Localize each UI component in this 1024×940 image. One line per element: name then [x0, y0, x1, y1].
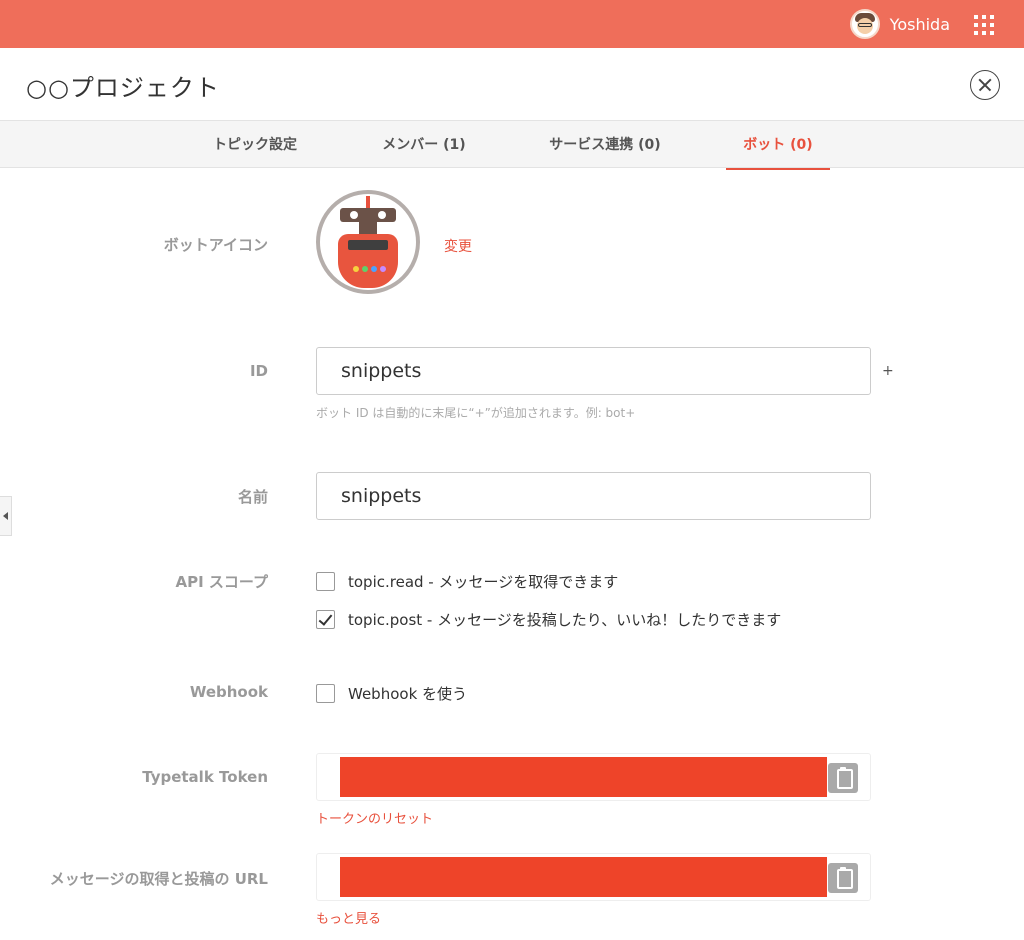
token-field[interactable]	[316, 753, 871, 801]
topic-read-label: topic.read - メッセージを取得できます	[348, 573, 619, 591]
redacted-token	[340, 757, 827, 797]
username: Yoshida	[889, 14, 950, 34]
topic-post-checkbox[interactable]	[316, 610, 335, 629]
show-more-link[interactable]: もっと見る	[316, 908, 381, 927]
page-title: ○○プロジェクト	[26, 74, 220, 102]
side-panel-toggle[interactable]	[0, 496, 12, 536]
name-label: 名前	[237, 488, 268, 506]
user-menu[interactable]: Yoshida	[849, 9, 950, 39]
clipboard-icon[interactable]	[828, 863, 858, 893]
url-label: メッセージの取得と投稿の URL	[49, 870, 268, 888]
reset-token-link[interactable]: トークンのリセット	[316, 808, 433, 827]
tab-topic-settings[interactable]: トピック設定	[196, 121, 314, 169]
webhook-label: Webhook	[189, 683, 268, 701]
topic-post-label: topic.post - メッセージを投稿したり、いいね！したりできます	[348, 611, 782, 629]
token-label: Typetalk Token	[142, 768, 268, 786]
close-icon[interactable]	[970, 70, 1000, 100]
tab-bots[interactable]: ボット (0)	[726, 121, 830, 170]
settings-tabs: トピック設定 メンバー (1) サービス連携 (0) ボット (0)	[0, 120, 1024, 170]
page-header: ○○プロジェクト	[0, 48, 1024, 120]
apps-grid-icon[interactable]	[974, 15, 994, 35]
id-hint: ボット ID は自動的に末尾に“+”が追加されます。例: bot+	[316, 406, 636, 420]
id-label: ID	[249, 362, 268, 380]
id-suffix: +	[882, 363, 894, 379]
scope-topic-post[interactable]: topic.post - メッセージを投稿したり、いいね！したりできます	[316, 609, 781, 630]
clipboard-icon[interactable]	[828, 763, 858, 793]
webhook-option[interactable]: Webhook を使う	[316, 683, 467, 704]
bot-icon-label: ボットアイコン	[163, 236, 268, 254]
bot-avatar	[316, 190, 420, 294]
id-input[interactable]	[316, 347, 871, 395]
api-scope-label: API スコープ	[175, 573, 268, 591]
tab-members[interactable]: メンバー (1)	[368, 121, 480, 169]
scope-topic-read[interactable]: topic.read - メッセージを取得できます	[316, 571, 618, 592]
redacted-url	[340, 857, 827, 897]
webhook-checkbox[interactable]	[316, 684, 335, 703]
tab-service-integrations[interactable]: サービス連携 (0)	[534, 121, 676, 169]
topic-read-checkbox[interactable]	[316, 572, 335, 591]
url-field[interactable]	[316, 853, 871, 901]
top-bar: Yoshida	[0, 0, 1024, 48]
avatar	[849, 9, 880, 39]
name-input[interactable]	[316, 472, 871, 520]
change-icon-link[interactable]: 変更	[444, 236, 472, 256]
webhook-option-label: Webhook を使う	[348, 685, 468, 703]
